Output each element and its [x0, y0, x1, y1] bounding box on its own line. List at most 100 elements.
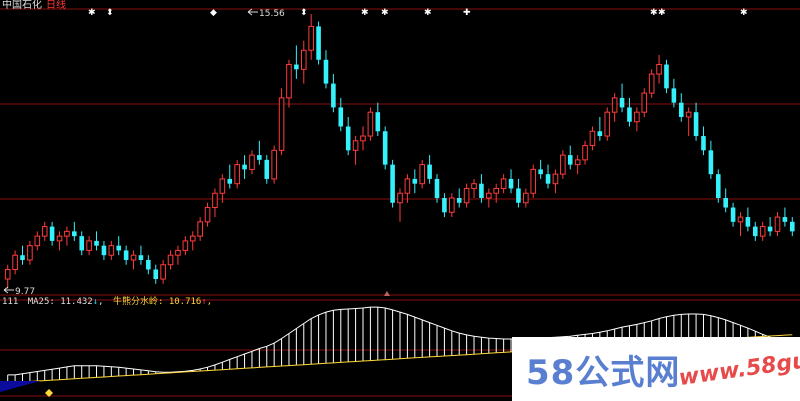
candle	[249, 154, 255, 170]
candle	[664, 64, 669, 89]
candle	[227, 178, 233, 184]
candle	[567, 155, 573, 165]
candle	[294, 64, 299, 70]
candle	[352, 140, 359, 151]
candle	[404, 178, 411, 194]
candle	[648, 73, 655, 94]
candle	[552, 173, 559, 185]
candle	[382, 131, 388, 165]
candles[interactable]	[4, 14, 795, 289]
high-marker: 15.56	[247, 8, 285, 19]
base-fill	[0, 381, 40, 392]
candle	[434, 178, 440, 198]
divide-value: 牛熊分水岭: 10.716	[112, 297, 202, 307]
candle	[774, 216, 781, 232]
candle	[701, 136, 706, 151]
price-panel: ✱ ⬍ ◆ ⬍ ✱ ✱ ✱ ✚ ✱ ✱ ✱ 15.56 9.77	[0, 8, 800, 301]
candle	[538, 169, 543, 175]
candle	[530, 168, 537, 194]
candle	[685, 111, 692, 118]
candle	[41, 226, 48, 237]
candle	[589, 130, 596, 147]
candle	[560, 154, 566, 175]
candle	[138, 255, 144, 260]
watermark: 58公式网 www.58gu.com	[512, 337, 800, 401]
candle	[278, 97, 285, 151]
candle	[634, 111, 640, 123]
candle	[671, 88, 677, 103]
event-marker: ✱	[650, 8, 658, 18]
candle	[730, 207, 736, 222]
candle	[167, 254, 174, 266]
event-marker: ✱	[361, 8, 369, 18]
candle	[523, 192, 529, 204]
candle	[375, 112, 381, 132]
event-marker: ✱	[424, 8, 432, 18]
event-marker: ⬍	[300, 8, 308, 18]
candle	[271, 149, 277, 180]
candle	[693, 112, 699, 137]
candle	[160, 264, 166, 280]
candle	[219, 178, 226, 194]
candle	[323, 59, 329, 84]
candle	[72, 231, 77, 237]
candle	[345, 126, 351, 151]
watermark-text: 58公式网	[526, 353, 681, 393]
candle	[123, 250, 129, 260]
period-label[interactable]: 日线	[46, 0, 66, 11]
candle	[34, 235, 41, 247]
candle	[146, 259, 151, 270]
candle	[745, 217, 751, 227]
candle	[212, 192, 218, 209]
candle	[508, 178, 514, 189]
candle	[264, 159, 270, 179]
separator: ,	[206, 297, 213, 307]
candle	[427, 164, 432, 179]
event-marker: ✚	[463, 8, 471, 18]
candle	[759, 226, 766, 237]
event-marker: ⬍	[106, 8, 114, 18]
candle	[767, 226, 773, 232]
candle	[56, 235, 63, 242]
candle	[737, 216, 744, 223]
event-marker: ✱	[88, 8, 96, 18]
indicator-id: 111	[2, 297, 19, 307]
candle	[308, 25, 314, 51]
candle	[94, 240, 99, 246]
candle	[752, 226, 758, 237]
high-price-label: 15.56	[259, 9, 285, 19]
event-marker: ✱	[381, 8, 389, 18]
candle	[175, 249, 181, 256]
candle	[101, 245, 107, 256]
candle	[130, 254, 137, 261]
candle	[316, 26, 321, 60]
candle	[493, 187, 500, 194]
watermark-url: www.58gu.com	[677, 339, 800, 392]
candle	[456, 198, 462, 203]
candle	[790, 221, 795, 232]
chart-title: 中国石化 日线	[2, 0, 66, 12]
candle	[286, 64, 292, 99]
candle	[397, 192, 403, 204]
candle	[390, 164, 395, 203]
candle	[20, 255, 25, 260]
candle	[471, 183, 477, 189]
candle	[463, 187, 470, 204]
candle	[442, 198, 447, 213]
candle	[723, 198, 728, 208]
candle	[678, 102, 684, 117]
candle	[189, 235, 196, 242]
candle	[197, 221, 203, 237]
candle	[782, 217, 788, 222]
candle	[331, 83, 336, 108]
candle	[545, 174, 551, 184]
time-cursor-marker	[384, 291, 390, 296]
candle	[49, 226, 55, 241]
candle	[627, 107, 632, 122]
candle	[257, 155, 262, 160]
candle	[641, 92, 648, 113]
candle	[479, 183, 484, 198]
candle	[656, 64, 662, 75]
candle	[182, 240, 189, 251]
event-marker: ✱	[658, 8, 666, 18]
